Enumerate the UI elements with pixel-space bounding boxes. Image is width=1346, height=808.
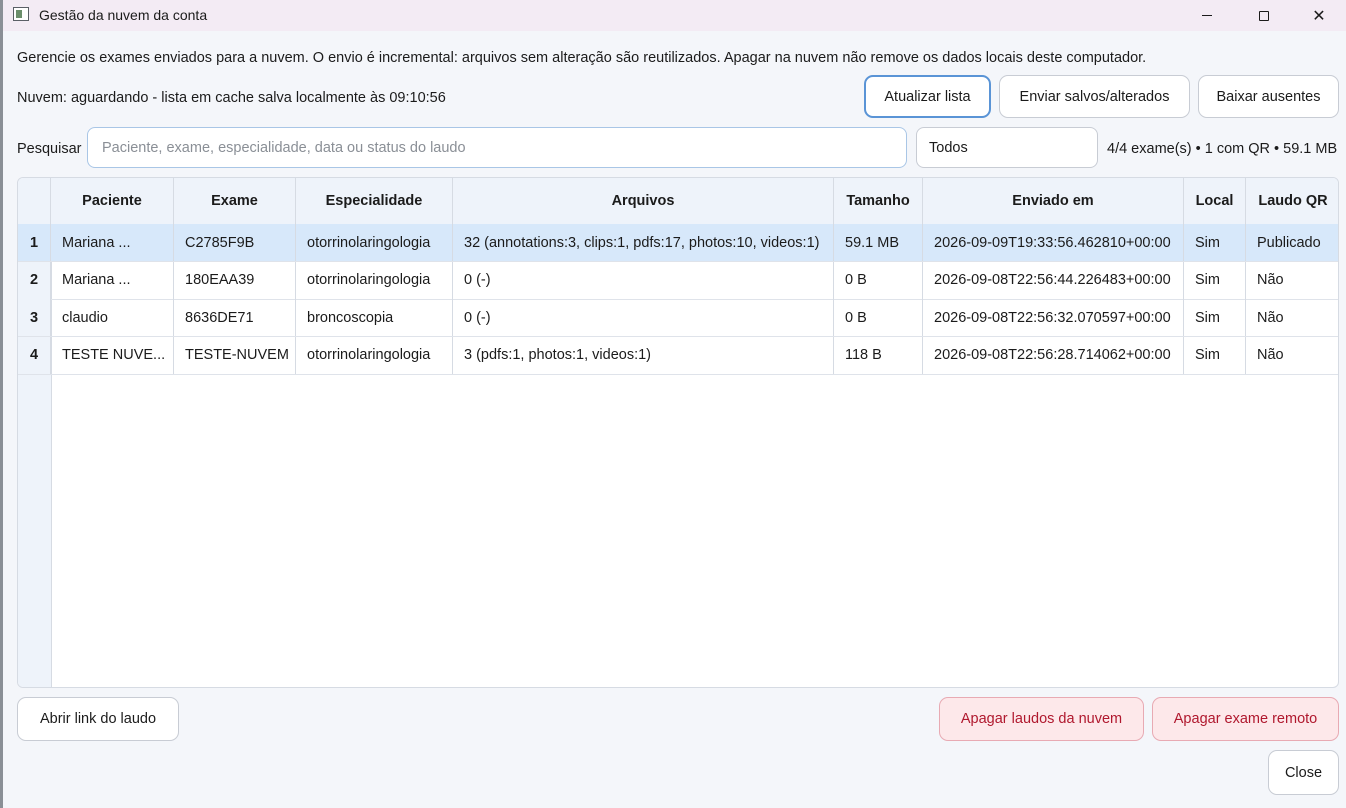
cell-laudo: Não [1257, 347, 1284, 363]
cell-arquivos: 3 (pdfs:1, photos:1, videos:1) [453, 336, 834, 374]
column-header-arquivos[interactable]: Arquivos [453, 178, 834, 224]
cloud-status-text: Nuvem: aguardando - lista em cache salva… [17, 90, 446, 106]
window-title: Gestão da nuvem da conta [39, 7, 208, 23]
filter-selected-value: Todos [929, 139, 968, 156]
cell-paciente: claudio [51, 299, 174, 336]
cell-local: Sim [1184, 224, 1246, 261]
cell-local: Sim [1184, 299, 1246, 336]
cell-paciente: Mariana ... [51, 261, 174, 299]
row-number: 1 [18, 224, 51, 261]
table-row[interactable]: 4 TESTE NUVE... TESTE-NUVEM otorrinolaringo… [18, 336, 1338, 375]
search-placeholder: Paciente, exame, especialidade, data ou … [102, 139, 466, 156]
cell-enviado: 2026-09-08T22:56:44.226483+00:00 [923, 261, 1184, 299]
cell-enviado: 2026-09-08T22:56:28.714062+00:00 [923, 336, 1184, 374]
cell-arquivos: 0 (-) [453, 299, 834, 336]
description-text: Gerencie os exames enviados para a nuvem… [17, 50, 1147, 66]
cell-tamanho: 59.1 MB [834, 224, 923, 261]
delete-cloud-reports-button[interactable]: Apagar laudos da nuvem [939, 697, 1144, 741]
maximize-icon [1259, 10, 1269, 21]
table-row[interactable]: 3 claudio 8636DE71 broncoscopia 0 (-) 0 B 2026… [18, 299, 1338, 337]
search-label: Pesquisar [17, 141, 82, 157]
cell-exame: TESTE-NUVEM [174, 336, 296, 374]
table-row[interactable]: 1 Mariana ... C2785F9B otorrinolaringologia… [18, 224, 1338, 262]
column-header-local[interactable]: Local [1184, 178, 1246, 224]
cell-exame: 8636DE71 [174, 299, 296, 336]
maximize-button[interactable] [1241, 0, 1287, 31]
exam-summary: 4/4 exame(s) • 1 com QR • 59.1 MB [1107, 141, 1338, 157]
cell-tamanho: 118 B [834, 336, 923, 374]
cell-paciente: TESTE NUVE... [51, 336, 174, 374]
download-missing-button[interactable]: Baixar ausentes [1198, 75, 1339, 118]
close-button[interactable]: Close [1268, 750, 1339, 795]
column-header-exame[interactable]: Exame [174, 178, 296, 224]
cell-local: Sim [1184, 336, 1246, 374]
cell-especialidade: otorrinolaringologia [296, 336, 453, 374]
cell-laudo: Publicado [1257, 234, 1321, 251]
exams-table: Paciente Exame Especialidade Arquivos Ta… [17, 177, 1339, 688]
cell-laudo: Não [1257, 272, 1284, 288]
status-filter-select[interactable]: Todos [916, 127, 1098, 168]
cell-tamanho: 0 B [834, 299, 923, 336]
cell-paciente: Mariana ... [51, 224, 174, 261]
column-header-tamanho[interactable]: Tamanho [834, 178, 923, 224]
cell-exame: C2785F9B [174, 224, 296, 261]
table-header: Paciente Exame Especialidade Arquivos Ta… [18, 178, 1338, 225]
app-window-icon [13, 7, 29, 21]
title-bar: Gestão da nuvem da conta ✕ [3, 0, 1346, 31]
cell-laudo: Não [1257, 309, 1284, 326]
cell-arquivos: 32 (annotations:3, clips:1, pdfs:17, pho… [453, 224, 834, 261]
minimize-button[interactable] [1184, 0, 1230, 31]
column-header-laudo-qr[interactable]: Laudo QR [1246, 178, 1338, 224]
search-input[interactable]: Paciente, exame, especialidade, data ou … [87, 127, 907, 168]
cell-tamanho: 0 B [834, 261, 923, 299]
cell-enviado: 2026-09-08T22:56:32.070597+00:00 [923, 299, 1184, 336]
header-corner [18, 178, 51, 224]
row-number: 2 [18, 261, 51, 299]
cell-especialidade: otorrinolaringologia [296, 261, 453, 299]
delete-remote-exam-button[interactable]: Apagar exame remoto [1152, 697, 1339, 741]
row-number: 4 [18, 336, 51, 374]
open-report-link-button[interactable]: Abrir link do laudo [17, 697, 179, 741]
close-icon: ✕ [1312, 7, 1326, 25]
column-header-especialidade[interactable]: Especialidade [296, 178, 453, 224]
cell-arquivos: 0 (-) [453, 261, 834, 299]
cell-especialidade: otorrinolaringologia [296, 224, 453, 261]
minimize-icon [1202, 15, 1212, 16]
table-row[interactable]: 2 Mariana ... 180EAA39 otorrinolaringologia… [18, 261, 1338, 300]
cell-exame: 180EAA39 [174, 261, 296, 299]
cell-especialidade: broncoscopia [296, 299, 453, 336]
upload-saved-button[interactable]: Enviar salvos/alterados [999, 75, 1190, 118]
column-header-paciente[interactable]: Paciente [51, 178, 174, 224]
cell-local: Sim [1184, 261, 1246, 299]
cloud-management-dialog: Gestão da nuvem da conta ✕ Gerencie os e… [3, 0, 1346, 808]
window-close-button[interactable]: ✕ [1296, 0, 1342, 31]
row-number: 3 [18, 299, 51, 336]
refresh-list-button[interactable]: Atualizar lista [864, 75, 991, 118]
column-header-enviado[interactable]: Enviado em [923, 178, 1184, 224]
cell-enviado: 2026-09-09T19:33:56.462810+00:00 [923, 224, 1184, 261]
